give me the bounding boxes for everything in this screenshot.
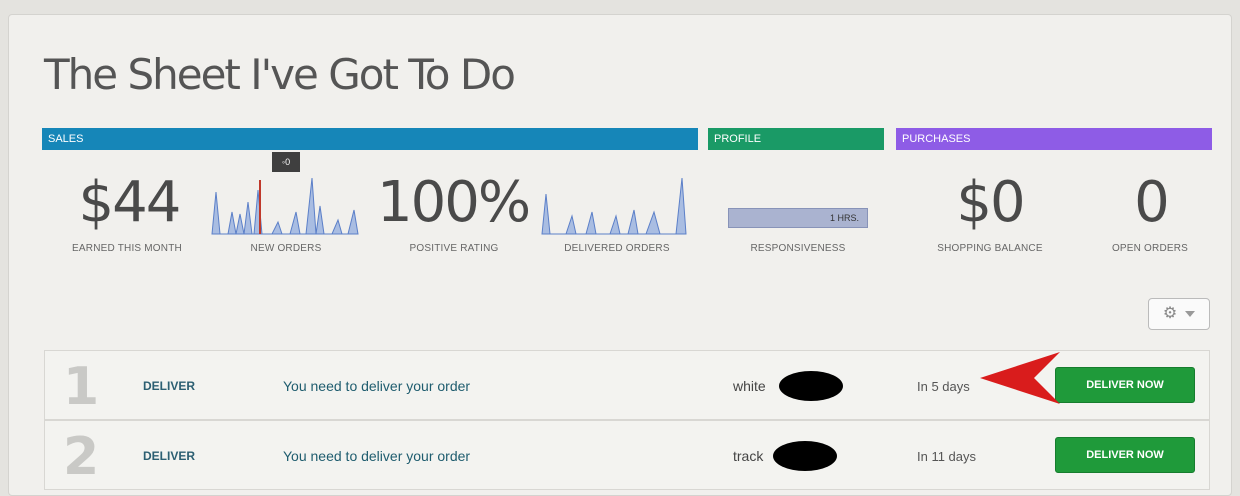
new-orders-label: NEW ORDERS: [250, 243, 322, 254]
responsiveness-bar: 1 HRS.: [728, 208, 868, 228]
sales-section-header: SALES: [42, 128, 698, 150]
delivered-orders-sparkline: [540, 172, 692, 236]
order-number: 2: [63, 427, 100, 487]
page-title: The Sheet I've Got To Do: [44, 50, 516, 99]
responsiveness-label: RESPONSIVENESS: [750, 243, 846, 254]
earned-this-month-label: EARNED THIS MONTH: [72, 243, 182, 254]
sparkline-tooltip-value: 0: [285, 157, 291, 167]
purchases-section-header: PURCHASES: [896, 128, 1212, 150]
responsiveness-value: 1 HRS.: [829, 213, 859, 223]
arrow-shape: [980, 352, 1060, 404]
order-type: DELIVER: [143, 379, 196, 393]
order-message[interactable]: You need to deliver your order: [283, 378, 470, 394]
annotation-arrow-icon: [980, 352, 1060, 404]
order-due: In 11 days: [917, 449, 977, 464]
settings-dropdown-button[interactable]: ⚙: [1148, 298, 1210, 330]
gear-icon: ⚙: [1162, 305, 1178, 322]
new-orders-sparkline: [210, 172, 360, 236]
open-orders-value: 0: [1134, 170, 1170, 235]
open-orders-label: OPEN ORDERS: [1111, 243, 1189, 254]
redaction-mark: [773, 441, 837, 471]
deliver-now-button[interactable]: DELIVER NOW: [1055, 367, 1195, 403]
positive-rating-value: 100%: [376, 170, 531, 235]
profile-section-header: PROFILE: [708, 128, 884, 150]
sparkline-tooltip: ◦0: [272, 152, 300, 172]
redaction-mark: [779, 371, 843, 401]
positive-rating-label: POSITIVE RATING: [409, 243, 499, 254]
earned-this-month-value: $44: [78, 170, 182, 235]
order-row: 2 DELIVER You need to deliver your order…: [44, 420, 1210, 490]
order-number: 1: [63, 357, 100, 417]
shopping-balance-value: $0: [956, 170, 1025, 235]
order-username[interactable]: track: [733, 448, 763, 464]
shopping-balance-label: SHOPPING BALANCE: [937, 243, 1043, 254]
deliver-now-button[interactable]: DELIVER NOW: [1055, 437, 1195, 473]
order-username[interactable]: white: [733, 378, 766, 394]
order-type: DELIVER: [143, 449, 196, 463]
order-due: In 5 days: [917, 379, 970, 394]
order-message[interactable]: You need to deliver your order: [283, 448, 470, 464]
delivered-orders-label: DELIVERED ORDERS: [564, 243, 670, 254]
caret-down-icon: [1185, 311, 1196, 317]
